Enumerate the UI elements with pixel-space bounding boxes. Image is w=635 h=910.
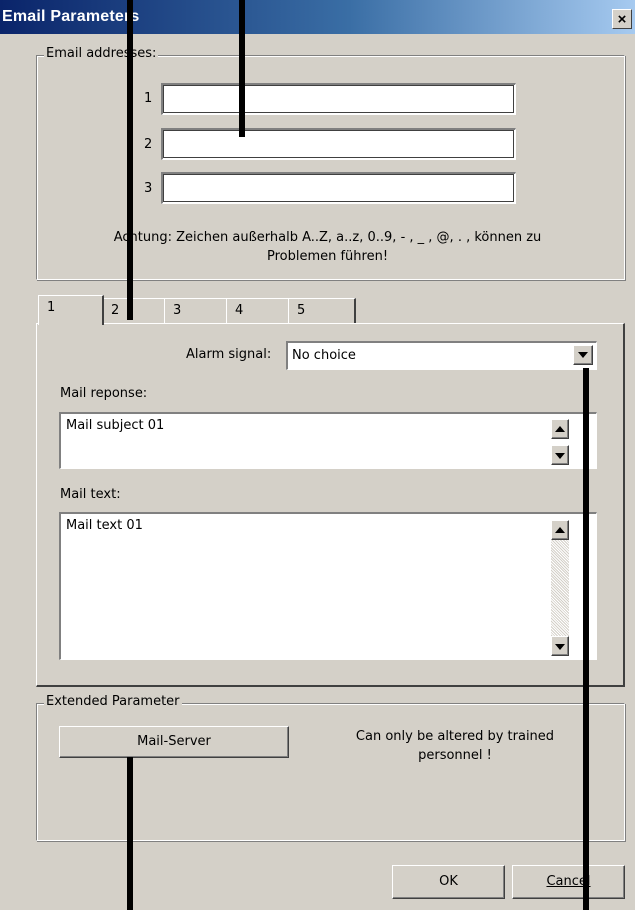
mail-text-field[interactable]: Mail text 01 xyxy=(59,512,597,660)
alarm-signal-select[interactable]: No choice xyxy=(286,341,597,370)
scroll-up-icon xyxy=(555,527,565,533)
mail-text-scroll-up-button[interactable] xyxy=(551,520,569,540)
callout-line-alarm-dropdown xyxy=(583,368,589,910)
mail-subject-field[interactable]: Mail subject 01 xyxy=(59,412,597,469)
scroll-down-icon xyxy=(555,644,565,650)
tab-2-label: 2 xyxy=(111,303,120,318)
mail-text-scroll-down-button[interactable] xyxy=(551,636,569,656)
cancel-button[interactable]: Cancel xyxy=(512,865,625,899)
email-field-2[interactable] xyxy=(161,128,516,160)
scroll-down-icon xyxy=(555,453,565,459)
email-field-3[interactable] xyxy=(161,172,516,204)
mail-response-label: Mail reponse: xyxy=(60,386,148,401)
ok-button-label: OK xyxy=(439,874,458,889)
mail-subject-text: Mail subject 01 xyxy=(66,418,165,433)
callout-line-email-field xyxy=(239,0,245,137)
tab-4-label: 4 xyxy=(235,303,244,318)
window-title: Email Parameters xyxy=(2,8,140,25)
callout-line-mail-server xyxy=(127,757,133,910)
mail-server-button[interactable]: Mail-Server xyxy=(59,726,289,758)
tab-1[interactable]: 1 xyxy=(38,295,104,325)
mail-text-content: Mail text 01 xyxy=(66,518,143,533)
trained-personnel-note-line-2: personnel ! xyxy=(418,748,492,763)
trained-personnel-note-line-1: Can only be altered by trained xyxy=(355,729,555,744)
tab-4[interactable]: 4 xyxy=(226,298,290,324)
extended-parameter-legend: Extended Parameter xyxy=(44,694,182,709)
alarm-signal-value: No choice xyxy=(292,348,356,363)
subject-scroll-up-button[interactable] xyxy=(551,419,569,439)
mail-text-label: Mail text: xyxy=(60,487,121,502)
alarm-signal-label: Alarm signal: xyxy=(186,347,272,362)
close-button[interactable]: × xyxy=(612,9,632,29)
ok-button[interactable]: OK xyxy=(392,865,505,899)
tab-5[interactable]: 5 xyxy=(288,298,356,324)
email-row-1-label: 1 xyxy=(144,91,153,106)
callout-line-tab-2 xyxy=(127,0,133,320)
scroll-up-icon xyxy=(555,426,565,432)
tab-2[interactable]: 2 xyxy=(102,298,166,324)
mail-text-scroll-track[interactable] xyxy=(551,540,569,640)
tab-3-label: 3 xyxy=(173,303,182,318)
tab-1-label: 1 xyxy=(47,300,56,315)
tab-3[interactable]: 3 xyxy=(164,298,228,324)
subject-scroll-down-button[interactable] xyxy=(551,445,569,465)
email-row-3-label: 3 xyxy=(144,181,153,196)
chevron-down-icon xyxy=(578,352,588,358)
trained-personnel-note: Can only be altered by trained personnel… xyxy=(330,727,580,765)
mail-server-button-label: Mail-Server xyxy=(137,734,211,749)
email-addresses-legend: Email addresses: xyxy=(44,46,159,61)
extended-parameter-group xyxy=(36,703,625,841)
title-bar: Email Parameters × xyxy=(0,0,635,34)
tab-5-label: 5 xyxy=(297,303,306,318)
email-field-1[interactable] xyxy=(161,83,516,115)
email-row-2-label: 2 xyxy=(144,137,153,152)
alarm-dropdown-button[interactable] xyxy=(573,345,593,365)
